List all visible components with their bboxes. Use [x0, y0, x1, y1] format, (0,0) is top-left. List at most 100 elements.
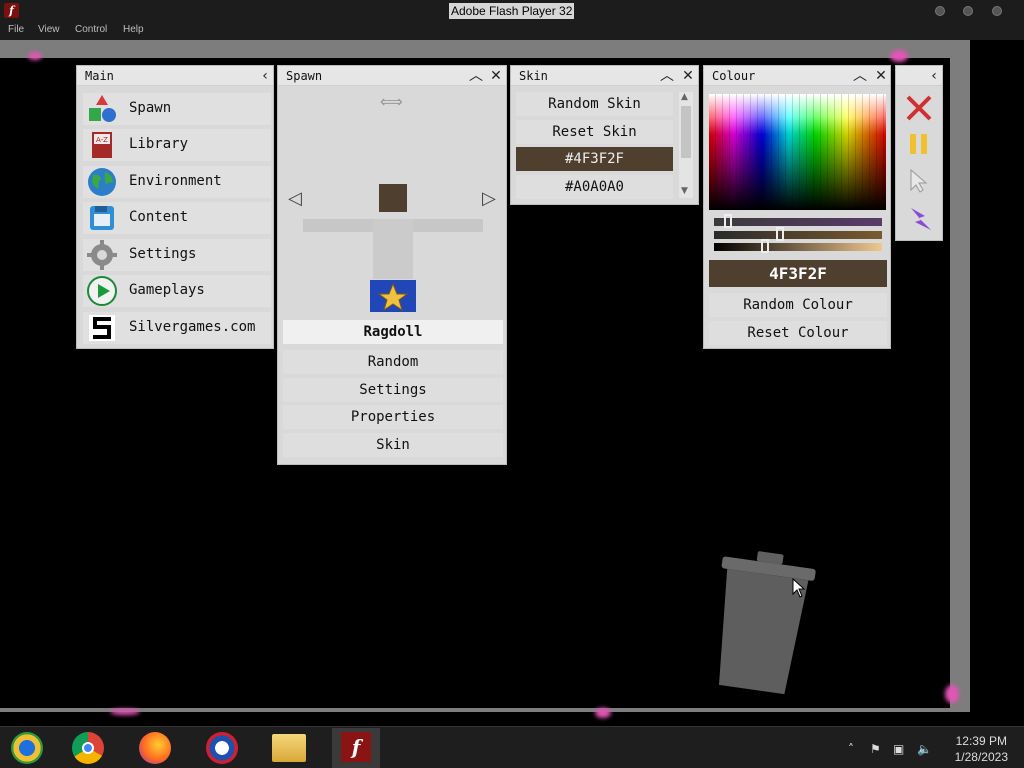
- collapse-skin-button[interactable]: ︿: [659, 68, 675, 84]
- menubar: File View Control Help: [0, 22, 1024, 40]
- chrome-icon[interactable]: [72, 732, 104, 764]
- collapse-tools-button[interactable]: ‹: [926, 68, 942, 84]
- floppy-icon: [90, 206, 114, 230]
- scroll-up-icon[interactable]: ▲: [681, 92, 688, 102]
- lightning-tool-icon[interactable]: [905, 204, 935, 234]
- flip-arrow-icon[interactable]: ⟺: [380, 92, 403, 111]
- main-item-spawn[interactable]: Spawn: [83, 93, 271, 125]
- svg-text:A-Z: A-Z: [96, 136, 108, 144]
- tools-panel: ‹: [895, 65, 943, 241]
- saturation-slider-knob[interactable]: [776, 227, 784, 241]
- shapes-icon: [89, 95, 116, 122]
- brightness-slider[interactable]: [714, 239, 882, 253]
- chrome-canary-icon[interactable]: [11, 732, 43, 764]
- collapse-colour-button[interactable]: ︿: [852, 68, 868, 84]
- window-titlebar: f Adobe Flash Player 32: [0, 0, 1024, 22]
- random-colour-button[interactable]: Random Colour: [709, 293, 887, 317]
- taskbar-clock[interactable]: 12:39 PM 1/28/2023: [955, 733, 1008, 765]
- stage-border-right: [950, 40, 970, 710]
- close-window-button[interactable]: [992, 6, 1002, 16]
- main-panel-header: Main ‹: [77, 66, 273, 86]
- skin-scrollbar-thumb[interactable]: [681, 106, 691, 158]
- spawn-properties-button[interactable]: Properties: [283, 405, 503, 429]
- main-item-label: Gameplays: [129, 282, 205, 298]
- pink-particle: [110, 709, 140, 715]
- reset-skin-button[interactable]: Reset Skin: [516, 120, 673, 144]
- main-item-environment[interactable]: Environment: [83, 166, 271, 198]
- brightness-slider-knob[interactable]: [761, 239, 769, 253]
- tray-expand-icon[interactable]: ˄: [848, 742, 854, 756]
- collapse-spawn-button[interactable]: ︿: [468, 68, 484, 84]
- main-item-label: Spawn: [129, 100, 172, 116]
- flash-player-icon: f: [4, 3, 19, 18]
- play-icon: [87, 276, 117, 306]
- ragdoll-badge-icon: [370, 280, 416, 312]
- flash-player-taskbar-icon: f: [341, 732, 371, 762]
- tools-panel-header: ‹: [896, 66, 942, 86]
- skin-item[interactable]: #A0A0A0: [516, 175, 673, 199]
- hue-slider[interactable]: [714, 214, 882, 228]
- firefox-icon[interactable]: [139, 732, 171, 764]
- collapse-main-button[interactable]: ‹: [257, 68, 273, 84]
- main-item-silvergames[interactable]: Silvergames.com: [83, 312, 271, 344]
- file-explorer-icon[interactable]: [272, 734, 306, 762]
- colour-panel: Colour ︿ ✕ 4F3F2F Random Colour Reset Co…: [703, 65, 891, 349]
- main-item-label: Content: [129, 209, 189, 225]
- prev-arrow-icon[interactable]: ◁: [288, 188, 302, 209]
- network-icon[interactable]: ▣: [893, 742, 904, 756]
- taskbar: f ˄ ⚑ ▣ 🔈 12:39 PM 1/28/2023: [0, 726, 1024, 768]
- menu-control[interactable]: Control: [75, 24, 107, 35]
- volume-icon[interactable]: 🔈: [917, 742, 932, 756]
- menu-file[interactable]: File: [8, 24, 24, 35]
- scroll-down-icon[interactable]: ▼: [681, 186, 688, 196]
- pink-particle: [945, 685, 959, 703]
- delete-tool-icon[interactable]: [905, 94, 933, 122]
- main-item-label: Silvergames.com: [129, 319, 256, 335]
- pink-particle: [890, 50, 908, 62]
- trash-bin-icon[interactable]: [704, 548, 816, 698]
- colour-hex-value[interactable]: 4F3F2F: [709, 260, 887, 287]
- main-item-label: Environment: [129, 173, 222, 189]
- skin-item-selected[interactable]: #4F3F2F: [516, 147, 673, 171]
- spawn-item-ragdoll[interactable]: Ragdoll: [283, 320, 503, 344]
- reset-colour-button[interactable]: Reset Colour: [709, 321, 887, 345]
- saturation-slider[interactable]: [714, 227, 882, 241]
- flag-icon[interactable]: ⚑: [870, 742, 881, 756]
- maximize-button[interactable]: [963, 6, 973, 16]
- pink-particle: [28, 52, 42, 60]
- random-skin-button[interactable]: Random Skin: [516, 92, 673, 116]
- menu-view[interactable]: View: [38, 24, 60, 35]
- book-icon: A-Z: [92, 132, 112, 158]
- main-item-gameplays[interactable]: Gameplays: [83, 275, 271, 307]
- colour-panel-title: Colour: [712, 69, 756, 83]
- close-skin-button[interactable]: ✕: [680, 68, 696, 84]
- pause-icon[interactable]: [907, 132, 931, 156]
- main-item-content[interactable]: Content: [83, 202, 271, 234]
- skin-panel-header: Skin ︿ ✕: [511, 66, 698, 86]
- main-item-settings[interactable]: Settings: [83, 239, 271, 271]
- hue-slider-knob[interactable]: [724, 214, 732, 228]
- skin-scrollbar[interactable]: ▲ ▼: [679, 92, 693, 198]
- spawn-panel-header: Spawn ︿ ✕: [278, 66, 506, 86]
- menu-help[interactable]: Help: [123, 24, 144, 35]
- main-panel-title: Main: [85, 69, 114, 83]
- gear-icon: [87, 240, 117, 270]
- spawn-settings-button[interactable]: Settings: [283, 378, 503, 402]
- obama-app-icon[interactable]: [206, 732, 238, 764]
- cursor-tool-icon[interactable]: [908, 168, 930, 194]
- taskbar-flash-active[interactable]: f: [332, 728, 380, 768]
- main-item-label: Library: [129, 136, 189, 152]
- close-colour-button[interactable]: ✕: [873, 68, 889, 84]
- mouse-cursor-icon: [792, 578, 806, 598]
- skin-panel-title: Skin: [519, 69, 548, 83]
- minimize-button[interactable]: [935, 6, 945, 16]
- spawn-skin-button[interactable]: Skin: [283, 433, 503, 457]
- main-item-library[interactable]: A-Z Library: [83, 129, 271, 161]
- ragdoll-head: [379, 184, 407, 212]
- next-arrow-icon[interactable]: ▷: [482, 188, 496, 209]
- stage-border-top: [0, 40, 970, 58]
- spawn-panel: Spawn ︿ ✕ ⟺ ◁ ▷ Ragdoll Random Settings …: [277, 65, 507, 465]
- spawn-random-button[interactable]: Random: [283, 350, 503, 374]
- close-spawn-button[interactable]: ✕: [488, 68, 504, 84]
- colour-spectrum[interactable]: [709, 94, 886, 210]
